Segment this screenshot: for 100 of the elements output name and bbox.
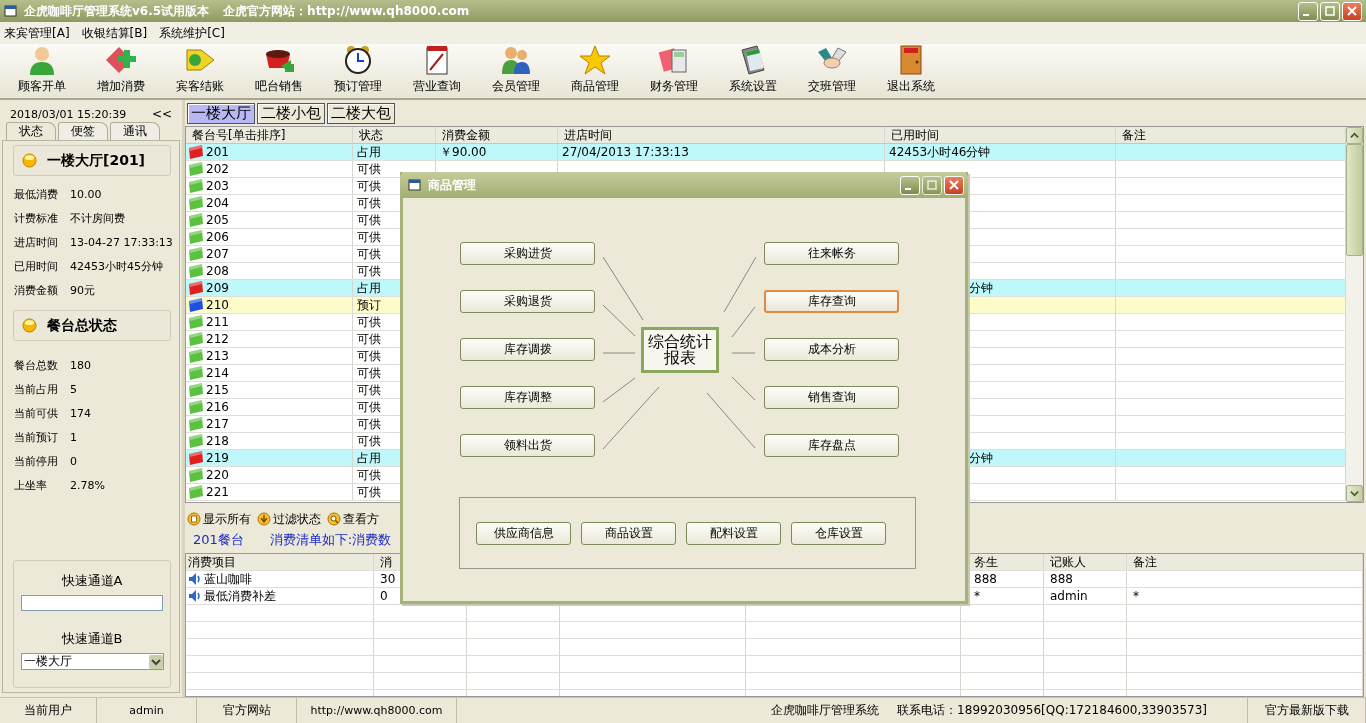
toolbar-button[interactable]: 营业查询: [397, 44, 476, 98]
quick-access-label: 快速通道B: [61, 630, 123, 648]
scrollbar[interactable]: [1346, 127, 1363, 502]
contact-phone: 联系电话：18992030956[QQ:172184600,33903573]: [897, 702, 1207, 719]
table-number[interactable]: 203: [206, 179, 229, 193]
column-header[interactable]: 消费项目: [188, 554, 236, 571]
table-number[interactable]: 202: [206, 162, 229, 176]
table-number[interactable]: 204: [206, 196, 229, 210]
toolbar-button[interactable]: 顾客开单: [2, 44, 81, 98]
input-field[interactable]: [21, 595, 163, 611]
toolbar-button[interactable]: 增加消费: [81, 44, 160, 98]
toolbar-button[interactable]: 会员管理: [476, 44, 555, 98]
table-number[interactable]: 210: [206, 298, 229, 312]
minimize-button[interactable]: [900, 175, 920, 195]
scroll-down-button[interactable]: [1346, 485, 1363, 502]
table-number[interactable]: 220: [206, 468, 229, 482]
field-label: 已用时间: [14, 258, 59, 274]
toolbar-button[interactable]: 财务管理: [634, 44, 713, 98]
selected-table: 201餐台: [193, 531, 244, 549]
column-header[interactable]: 备注: [1133, 554, 1157, 571]
close-icon: [1347, 6, 1357, 16]
area-tab[interactable]: 二楼大包: [327, 103, 395, 124]
table-number[interactable]: 217: [206, 417, 229, 431]
action-button[interactable]: 显示所有: [187, 509, 251, 529]
settings-button[interactable]: 供应商信息: [476, 521, 571, 545]
area-tab[interactable]: 二楼小包: [257, 103, 325, 124]
table-number[interactable]: 205: [206, 213, 229, 227]
order-caption: 消费清单如下:消费数: [269, 531, 392, 549]
panel-tab[interactable]: 状态: [6, 122, 56, 140]
area-tab[interactable]: 一楼大厅: [187, 103, 255, 124]
dropdown[interactable]: 一楼大厅: [20, 653, 164, 670]
menu-button[interactable]: 往来帐务: [764, 242, 899, 265]
column-header[interactable]: 消费金额: [436, 127, 558, 143]
toolbar-button[interactable]: 吧台销售: [239, 44, 318, 98]
table-number[interactable]: 208: [206, 264, 229, 278]
section-title: 一楼大厅[201]: [47, 151, 146, 170]
minimize-button[interactable]: [1298, 1, 1318, 21]
menu-button[interactable]: 库存调整: [460, 386, 595, 409]
action-button[interactable]: 过滤状态: [257, 509, 321, 529]
toolbar-button[interactable]: 预订管理: [318, 44, 397, 98]
toolbar-button[interactable]: 退出系统: [871, 44, 950, 98]
table-number[interactable]: 211: [206, 315, 229, 329]
menu-button[interactable]: 领料出货: [460, 434, 595, 457]
toolbar-button[interactable]: 系统设置: [713, 44, 792, 98]
column-header[interactable]: 务生: [974, 554, 998, 571]
column-header[interactable]: 消: [380, 554, 392, 571]
table-number[interactable]: 219: [206, 451, 229, 465]
field-value: 1: [70, 430, 77, 444]
table-number[interactable]: 218: [206, 434, 229, 448]
close-button[interactable]: [1342, 1, 1362, 21]
menu-item[interactable]: 系统维护[C]: [159, 24, 225, 42]
menu-button[interactable]: 采购进货: [460, 242, 595, 265]
table-number[interactable]: 221: [206, 485, 229, 499]
table-number[interactable]: 209: [206, 281, 229, 295]
field-value: 0: [70, 454, 77, 468]
scrollbar-thumb[interactable]: [1346, 144, 1363, 256]
table-number[interactable]: 213: [206, 349, 229, 363]
table-number[interactable]: 212: [206, 332, 229, 346]
scroll-up-button[interactable]: [1346, 127, 1363, 144]
down-caret-icon: [1350, 489, 1359, 498]
action-button[interactable]: 查看方: [327, 509, 379, 529]
table-number[interactable]: 207: [206, 247, 229, 261]
close-button[interactable]: [944, 175, 964, 195]
field-label: 餐台总数: [14, 357, 59, 373]
maximize-button[interactable]: [1320, 1, 1340, 21]
report-button[interactable]: 综合统计报表: [640, 326, 719, 373]
table-number[interactable]: 215: [206, 383, 229, 397]
settings-button[interactable]: 配料设置: [686, 521, 781, 545]
menu-button[interactable]: 销售查询: [764, 386, 899, 409]
field-label: 最低消费: [14, 186, 59, 202]
column-header[interactable]: 餐台号[单击排序]: [186, 127, 353, 143]
maximize-button[interactable]: [922, 175, 942, 195]
settings-button[interactable]: 商品设置: [581, 521, 676, 545]
menu-button[interactable]: 库存盘点: [764, 434, 899, 457]
table-number[interactable]: 214: [206, 366, 229, 380]
column-header[interactable]: 状态: [353, 127, 436, 143]
panel-tab[interactable]: 通讯: [110, 122, 160, 140]
menu-item[interactable]: 来宾管理[A]: [4, 24, 70, 42]
table-number[interactable]: 206: [206, 230, 229, 244]
field-value: 10.00: [70, 187, 102, 201]
settings-button[interactable]: 仓库设置: [791, 521, 886, 545]
menu-button[interactable]: 库存调拨: [460, 338, 595, 361]
panel-tab[interactable]: 便签: [58, 122, 108, 140]
menu-button[interactable]: 成本分析: [764, 338, 899, 361]
collapse-button[interactable]: <<: [151, 107, 172, 121]
download-link[interactable]: 官方最新版下载: [1248, 698, 1366, 723]
menu-button[interactable]: 采购退货: [460, 290, 595, 313]
toolbar-button[interactable]: 交班管理: [792, 44, 871, 98]
table-number[interactable]: 216: [206, 400, 229, 414]
status-user: admin: [97, 698, 197, 723]
column-header[interactable]: 已用时间: [885, 127, 1116, 143]
field-label: 当前占用: [14, 381, 59, 397]
menu-button[interactable]: 库存查询: [764, 290, 899, 313]
column-header[interactable]: 进店时间: [558, 127, 885, 143]
field-label: 计费标准: [14, 210, 59, 226]
toolbar-button[interactable]: 宾客结账: [160, 44, 239, 98]
column-header[interactable]: 记账人: [1050, 554, 1086, 571]
table-number[interactable]: 201: [206, 145, 229, 159]
menu-item[interactable]: 收银结算[B]: [81, 24, 148, 42]
toolbar-button[interactable]: 商品管理: [555, 44, 634, 98]
